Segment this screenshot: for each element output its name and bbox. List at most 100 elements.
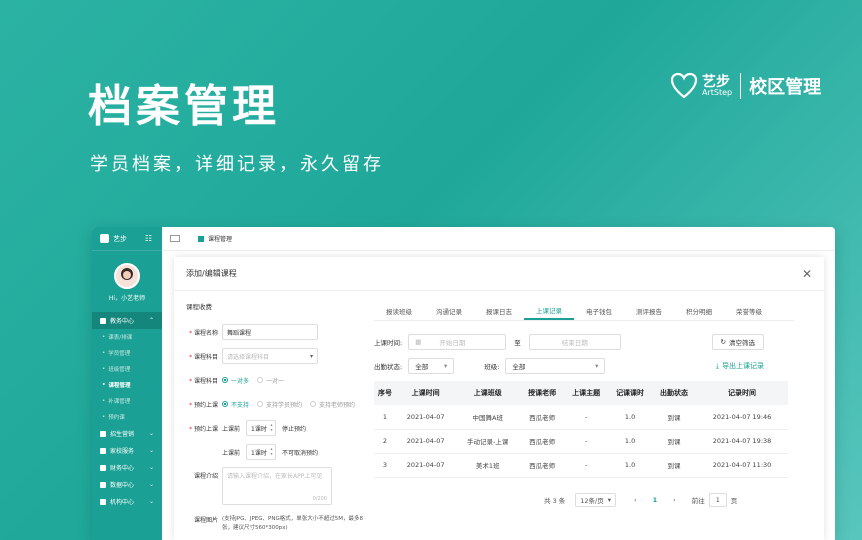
menu-icon[interactable]: ☷ bbox=[145, 234, 152, 243]
sidebar-item-data[interactable]: 数据中心 ⌄ bbox=[92, 476, 162, 493]
marketing-icon bbox=[100, 430, 106, 437]
cell: 美术1班 bbox=[455, 453, 521, 478]
export-button[interactable]: ⤓ 导出上课记录 bbox=[716, 361, 764, 371]
greeting: Hi，小艺老师 bbox=[108, 295, 146, 302]
intro-label: 课程介绍 bbox=[193, 473, 218, 480]
refresh-icon: ↻ bbox=[720, 338, 726, 346]
col-header: 记课课时 bbox=[608, 381, 653, 405]
page-size-select[interactable]: 12条/页 ▾ bbox=[575, 493, 617, 507]
radio-label: 一对多 bbox=[231, 377, 250, 385]
tab-bar: 报读班级 沟通记录 报课日志 上课记录 电子钱包 测评报告 积分明细 荣誉等级 bbox=[374, 301, 794, 321]
form-section-title: 课程收费 bbox=[186, 303, 212, 311]
pagination: 共 3 条 12条/页 ▾ ‹ 1 › 前往 1 页 bbox=[544, 493, 737, 507]
radio-label: 不支持 bbox=[231, 401, 250, 409]
app-window: 艺步 ☷ Hi，小艺老师 教务中心 ⌃ 课表/排课 学员管理 班级管理 课程管理… bbox=[92, 227, 835, 540]
sidebar-subitem-makeup[interactable]: 补课管理 bbox=[92, 393, 162, 409]
col-header: 上课时间 bbox=[395, 381, 456, 405]
goto-label: 前往 bbox=[691, 497, 705, 505]
sidebar-subitem-courses[interactable]: 课程管理 bbox=[92, 377, 162, 393]
tab-enroll-log[interactable]: 报课日志 bbox=[474, 301, 524, 320]
sidebar-subitem-booking[interactable]: 预约课 bbox=[92, 409, 162, 425]
tab-assessment[interactable]: 测评报告 bbox=[624, 301, 674, 320]
status-select[interactable]: 全部 ▾ bbox=[408, 358, 455, 374]
org-icon bbox=[100, 498, 106, 505]
sidebar-item-marketing[interactable]: 招生营销 ⌄ bbox=[92, 425, 162, 442]
end-date-input[interactable]: 结束日期 bbox=[528, 334, 621, 350]
course-name-input[interactable]: 舞蹈课程 bbox=[222, 324, 318, 340]
brand-divider bbox=[740, 73, 742, 99]
close-icon[interactable]: ✕ bbox=[802, 267, 812, 281]
subject-select[interactable]: 请选择课程科目 ▾ bbox=[222, 348, 318, 364]
tab-attendance-records[interactable]: 上课记录 bbox=[524, 301, 574, 320]
radio-one-to-many[interactable]: 一对多 bbox=[222, 376, 249, 385]
sidebar-subitem-classes[interactable]: 班级管理 bbox=[92, 361, 162, 377]
page-size-value: 12条/页 bbox=[580, 497, 604, 505]
screen-icon[interactable] bbox=[170, 235, 180, 242]
class-select[interactable]: 全部 ▾ bbox=[505, 358, 606, 374]
tab-points[interactable]: 积分明细 bbox=[674, 301, 724, 320]
tab-enrolled-classes[interactable]: 报读班级 bbox=[374, 301, 424, 320]
sidebar-subitem-schedule[interactable]: 课表/排课 bbox=[92, 329, 162, 345]
next-page-icon[interactable]: › bbox=[673, 496, 676, 504]
tab-wallet[interactable]: 电子钱包 bbox=[574, 301, 624, 320]
chevron-down-icon: ⌄ bbox=[148, 430, 154, 437]
status-label: 出勤状态: bbox=[374, 363, 403, 371]
cell: 西瓜老师 bbox=[520, 453, 565, 478]
page-icon bbox=[198, 235, 204, 242]
char-count: 0/200 bbox=[312, 496, 327, 502]
radio-teacher-booking[interactable]: 支持老师预约 bbox=[310, 400, 355, 409]
cell: 2021-04-07 bbox=[395, 405, 456, 430]
cancel-booking-stepper[interactable]: 1课时 bbox=[246, 444, 277, 460]
cell: 2021-04-07 bbox=[395, 429, 456, 454]
cell: 手动记录-上课 bbox=[455, 429, 521, 454]
cell: 中国舞A班 bbox=[455, 405, 521, 430]
table-row: 1 2021-04-07 中国舞A班 西瓜老师 - 1.0 到课 2021-04… bbox=[374, 405, 788, 430]
sidebar-item-home-school[interactable]: 家校服务 ⌄ bbox=[92, 442, 162, 459]
radio-student-booking[interactable]: 支持学员预约 bbox=[257, 400, 302, 409]
col-header: 授课老师 bbox=[520, 381, 565, 405]
cell: 1.0 bbox=[608, 453, 653, 478]
chevron-down-icon: ⌄ bbox=[148, 481, 154, 488]
download-icon: ⤓ bbox=[715, 361, 719, 370]
sidebar-item-label: 家校服务 bbox=[110, 448, 135, 455]
booking-label: 预约上课 bbox=[186, 400, 218, 409]
page-title: 课程管理 bbox=[208, 236, 233, 243]
cell: 1.0 bbox=[608, 429, 653, 454]
radio-one-to-one[interactable]: 一对一 bbox=[257, 376, 284, 385]
cell: 西瓜老师 bbox=[520, 429, 565, 454]
cell: 2021-04-07 19:38 bbox=[696, 429, 788, 454]
sidebar-item-org[interactable]: 机构中心 ⌄ bbox=[92, 493, 162, 510]
sidebar-subitem-students[interactable]: 学员管理 bbox=[92, 345, 162, 361]
avatar[interactable] bbox=[114, 263, 140, 289]
chevron-up-icon: ⌃ bbox=[148, 317, 154, 324]
chevron-down-icon: ▾ bbox=[309, 352, 313, 360]
sidebar-item-academic[interactable]: 教务中心 ⌃ bbox=[92, 312, 162, 329]
brand-name: 艺步 bbox=[702, 74, 730, 90]
radio-dot bbox=[257, 377, 264, 383]
radio-dot bbox=[222, 377, 228, 383]
radio-no-booking[interactable]: 不支持 bbox=[222, 400, 249, 409]
before2-label: 上课前 bbox=[222, 449, 241, 457]
page-number[interactable]: 1 bbox=[653, 496, 658, 504]
table-row: 3 2021-04-07 美术1班 西瓜老师 - 1.0 到课 2021-04-… bbox=[374, 453, 788, 478]
tab-communication[interactable]: 沟通记录 bbox=[424, 301, 474, 320]
logo-icon bbox=[100, 234, 109, 243]
records-panel: 报读班级 沟通记录 报课日志 上课记录 电子钱包 测评报告 积分明细 荣誉等级 … bbox=[374, 301, 794, 478]
prev-page-icon[interactable]: ‹ bbox=[634, 496, 637, 504]
page-unit: 页 bbox=[730, 497, 738, 505]
start-date-input[interactable]: ▦ 开始日期 bbox=[408, 334, 507, 350]
goto-page-input[interactable]: 1 bbox=[708, 493, 727, 507]
calendar-icon: ▦ bbox=[415, 338, 422, 346]
chevron-down-icon: ⌄ bbox=[148, 498, 154, 505]
sidebar-item-finance[interactable]: 财务中心 ⌄ bbox=[92, 459, 162, 476]
stop-booking-stepper[interactable]: 1课时 bbox=[246, 420, 277, 436]
tab-honor[interactable]: 荣誉等级 bbox=[724, 301, 774, 320]
chevron-down-icon: ⌄ bbox=[148, 464, 154, 471]
cell: 到课 bbox=[652, 429, 696, 454]
modal-title: 添加/编辑课程 bbox=[174, 257, 824, 291]
subject-label: 课程科目 bbox=[186, 352, 218, 361]
clear-filter-button[interactable]: ↻ 清空筛选 bbox=[711, 334, 764, 350]
intro-textarea[interactable]: 请输入课程介绍，在家长APP上可见 0/200 bbox=[222, 467, 332, 505]
class-value: 全部 bbox=[512, 363, 526, 371]
heart-logo-icon bbox=[670, 72, 698, 99]
